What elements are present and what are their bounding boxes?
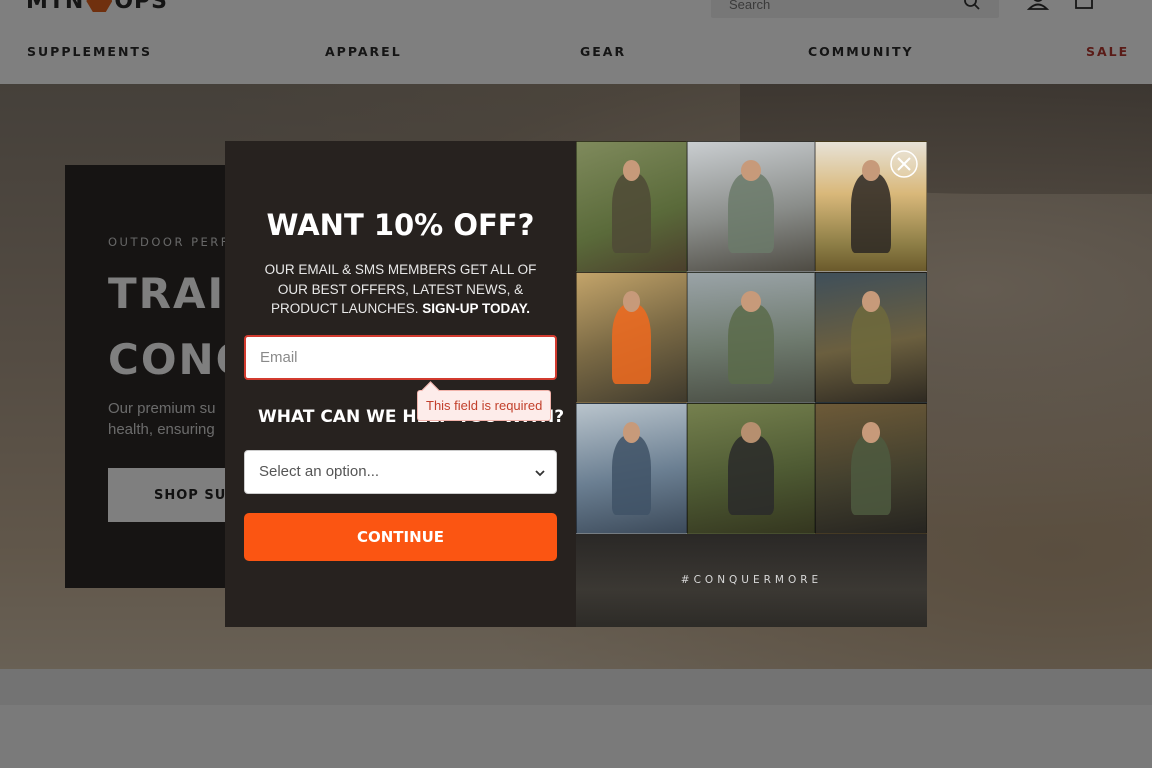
signup-modal: WANT 10% OFF? OUR EMAIL & SMS MEMBERS GE… <box>225 141 927 627</box>
modal-subtext: OUR EMAIL & SMS MEMBERS GET ALL OF OUR B… <box>249 260 552 319</box>
collage-photo <box>815 403 927 534</box>
modal-headline: WANT 10% OFF? <box>266 208 535 242</box>
chevron-down-icon <box>535 470 545 477</box>
modal-form-panel: WANT 10% OFF? OUR EMAIL & SMS MEMBERS GE… <box>225 141 576 627</box>
hashtag-banner: #CONQUERMORE <box>576 534 927 627</box>
help-topic-select[interactable]: Select an option... <box>244 450 557 494</box>
collage-photo <box>687 141 815 272</box>
hashtag-text: #CONQUERMORE <box>680 574 823 586</box>
collage-photo <box>576 403 687 534</box>
collage-photo <box>576 272 687 403</box>
collage-photo <box>576 141 687 272</box>
collage-photo <box>815 272 927 403</box>
close-icon <box>890 150 918 178</box>
modal-subtext-cta: SIGN-UP TODAY. <box>422 301 531 316</box>
photo-collage <box>576 141 927 534</box>
email-error-tooltip: This field is required <box>417 390 552 421</box>
modal-image-panel: #CONQUERMORE <box>576 141 927 627</box>
close-modal-button[interactable] <box>889 149 919 179</box>
continue-button[interactable]: CONTINUE <box>244 513 557 561</box>
select-value: Select an option... <box>259 463 380 480</box>
collage-photo <box>687 403 815 534</box>
email-input[interactable] <box>244 335 557 380</box>
collage-photo <box>687 272 815 403</box>
